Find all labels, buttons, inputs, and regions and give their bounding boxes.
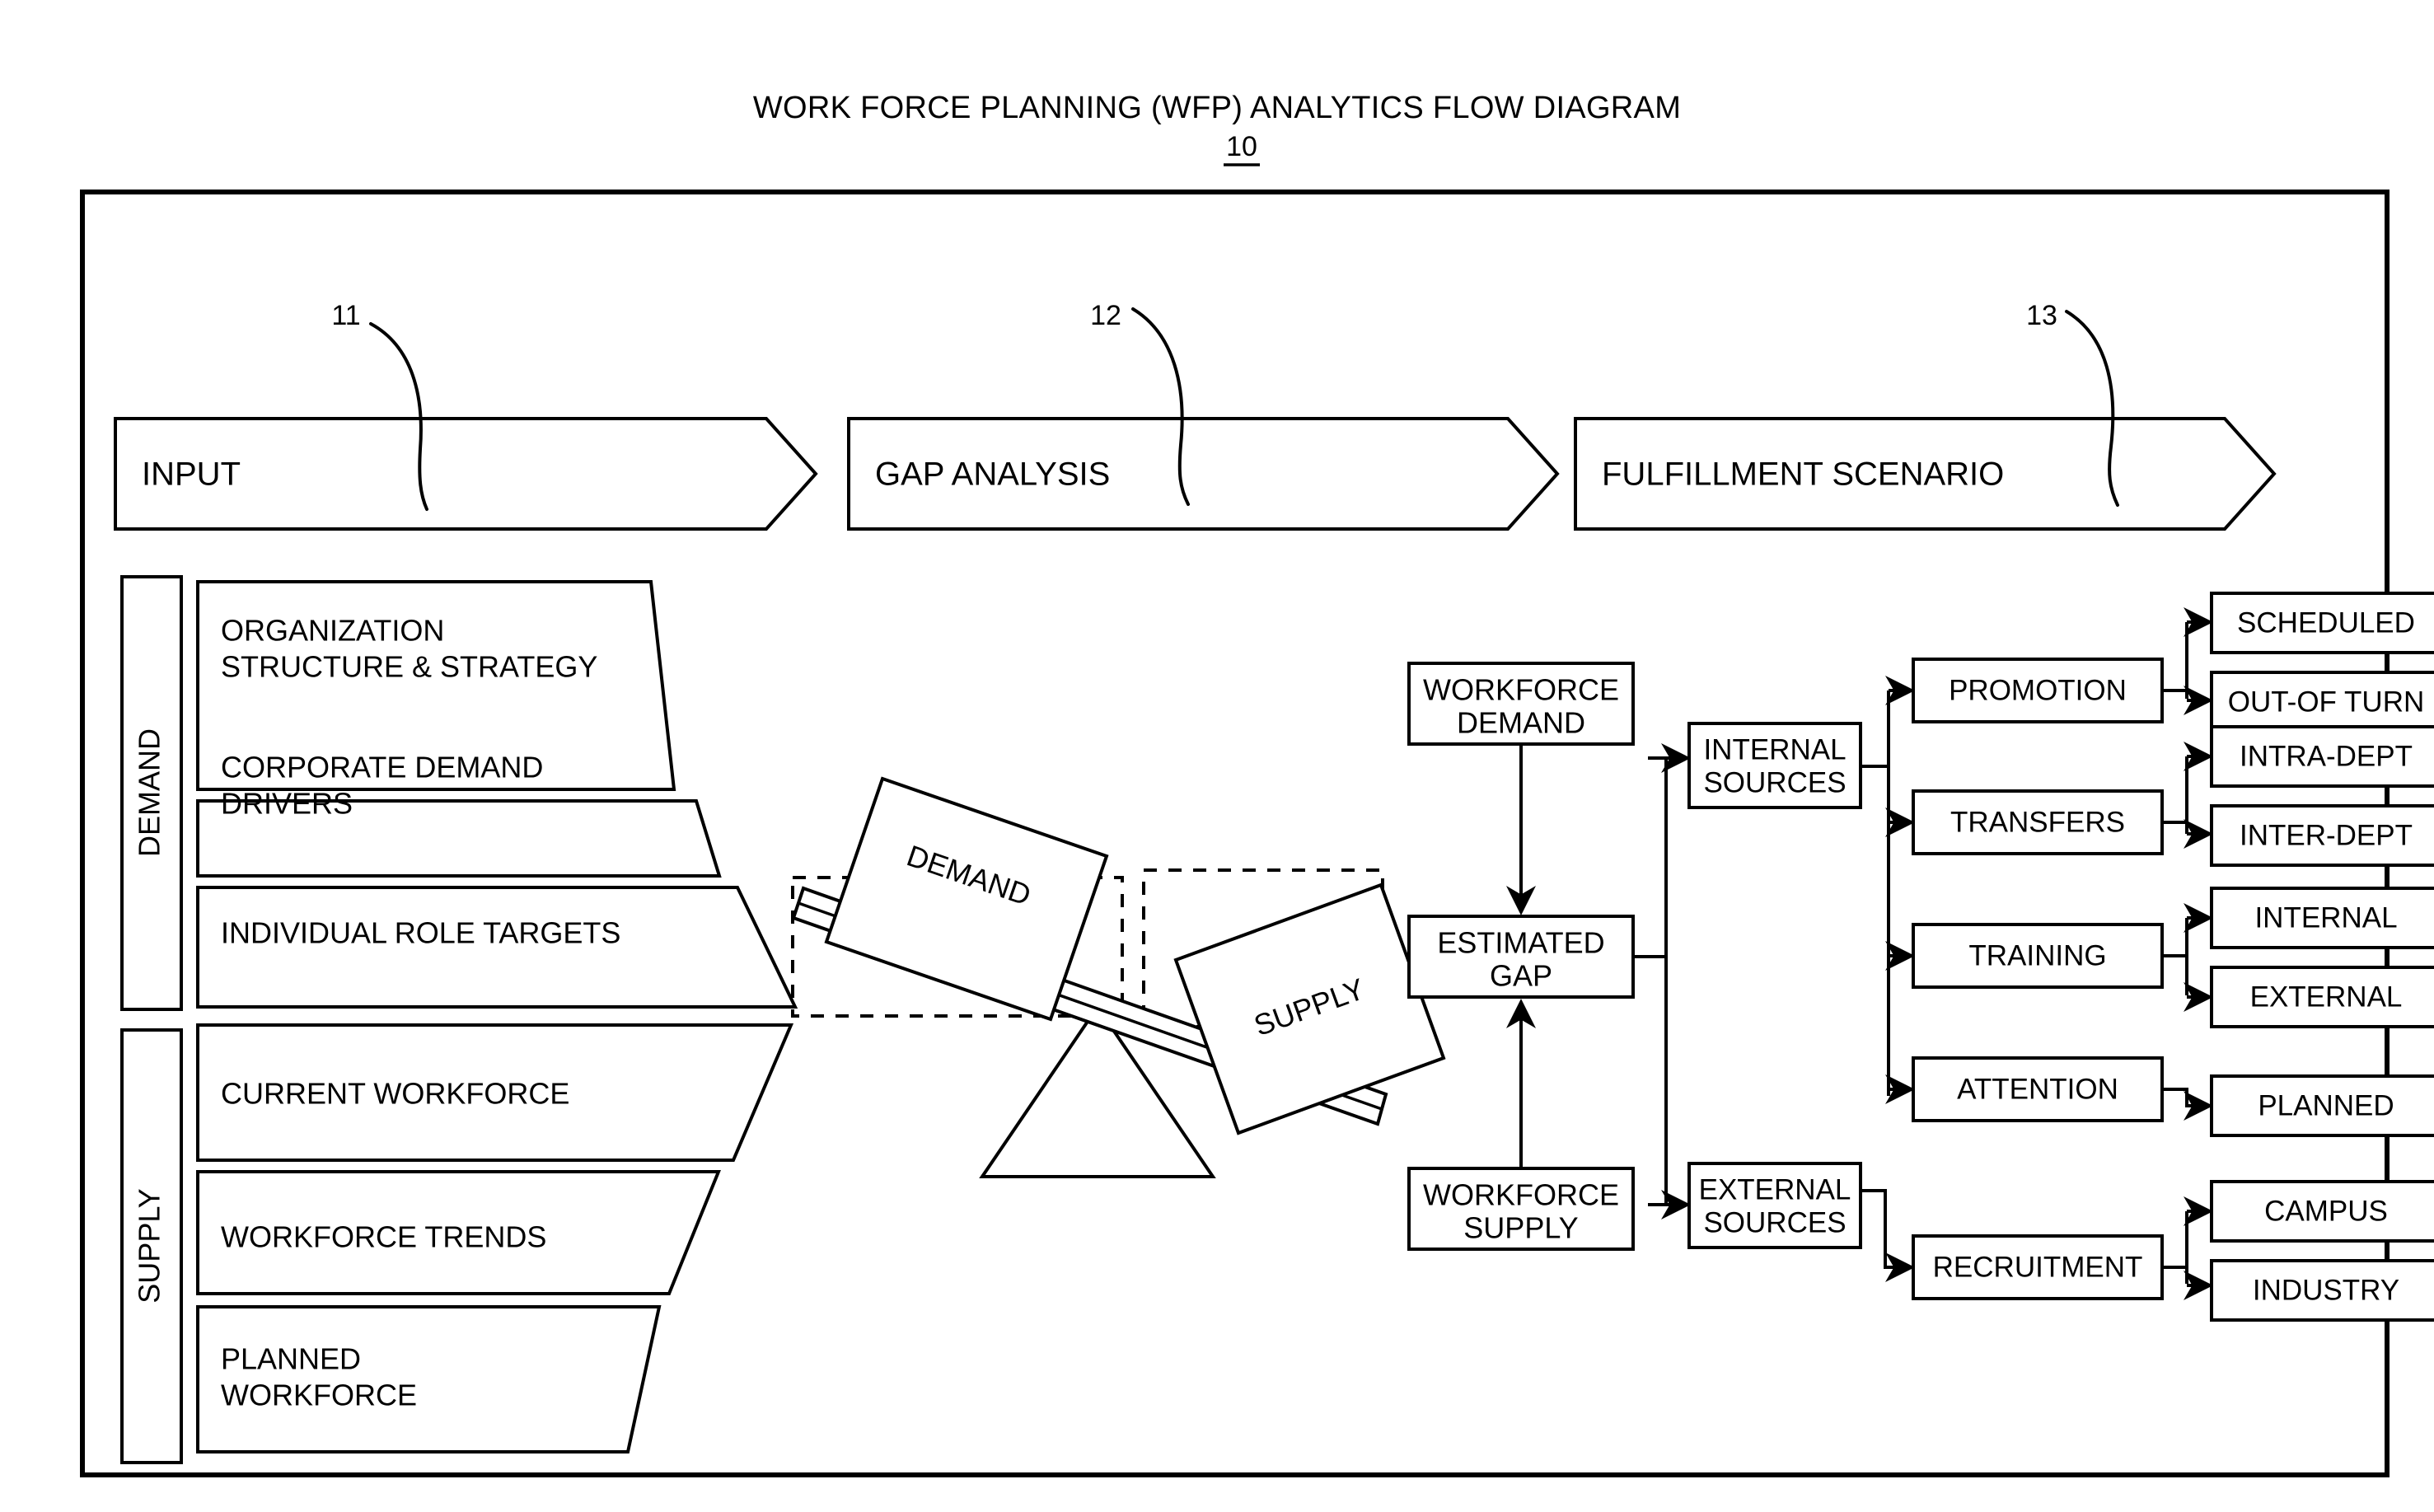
method-training-label: TRAINING xyxy=(1968,939,2106,971)
workforce-supply-box-line2: SUPPLY xyxy=(1463,1211,1578,1245)
connector-internal-sources-spine xyxy=(1861,690,1890,1096)
demand-item-individual-role-targets: INDIVIDUAL ROLE TARGETS xyxy=(196,886,798,1009)
supply-side-label: SUPPLY xyxy=(133,1188,166,1303)
method-recruitment-label: RECRUITMENT xyxy=(1933,1251,2143,1283)
supply-item-planned-workforce: PLANNED WORKFORCE xyxy=(196,1305,662,1453)
connector-attention-branch xyxy=(2162,1088,2213,1121)
outcome-scheduled: SCHEDULED xyxy=(2210,592,2434,654)
supply-item-planned-workforce-line2: WORKFORCE xyxy=(221,1379,417,1412)
method-transfers-label: TRANSFERS xyxy=(1950,806,2125,838)
banner-gap-analysis-label: GAP ANALYSIS xyxy=(875,456,1110,493)
estimated-gap-box-line2: GAP xyxy=(1490,959,1552,993)
outcome-external-label: EXTERNAL xyxy=(2250,981,2403,1013)
outcome-campus: CAMPUS xyxy=(2210,1180,2434,1243)
outcome-planned: PLANNED xyxy=(2210,1074,2434,1137)
workforce-demand-box-line1: WORKFORCE xyxy=(1423,673,1619,707)
demand-item-individual-role-targets-line1: INDIVIDUAL ROLE TARGETS xyxy=(221,916,620,950)
estimated-gap-box-line1: ESTIMATED xyxy=(1437,926,1604,960)
workforce-demand-box: WORKFORCE DEMAND xyxy=(1407,662,1635,746)
banner-input-ref: 11 xyxy=(331,300,360,331)
diagram-title: WORK FORCE PLANNING (WFP) ANALYTICS FLOW… xyxy=(753,91,1681,125)
demand-item-organization-structure-line2: STRUCTURE & STRATEGY xyxy=(221,650,597,684)
seesaw-supply-plate: SUPPLY xyxy=(1173,882,1446,1135)
internal-sources-box-line1: INTERNAL xyxy=(1703,733,1846,765)
banner-fulfillment-scenario-label: FULFILLMENT SCENARIO xyxy=(1602,456,2004,493)
demand-item-corporate-demand-drivers-line1: CORPORATE DEMAND xyxy=(221,751,543,784)
outcome-intra-dept: INTRA-DEPT xyxy=(2210,725,2434,788)
method-attention: ATTENTION xyxy=(1912,1056,2164,1122)
method-transfers: TRANSFERS xyxy=(1912,789,2164,855)
outcome-industry: INDUSTRY xyxy=(2210,1259,2434,1322)
seesaw-demand-plate: DEMAND xyxy=(824,776,1109,1022)
external-sources-box-line2: SOURCES xyxy=(1703,1206,1846,1238)
banner-input: INPUT xyxy=(114,417,818,531)
outcome-inter-dept: INTER-DEPT xyxy=(2210,804,2434,867)
banner-fulfillment-scenario: FULFILLMENT SCENARIO xyxy=(1574,417,2277,531)
workforce-demand-box-line2: DEMAND xyxy=(1457,706,1585,740)
outcome-inter-dept-label: INTER-DEPT xyxy=(2240,819,2413,851)
supply-side-bar: SUPPLY xyxy=(120,1028,183,1464)
demand-side-bar: DEMAND xyxy=(120,575,183,1011)
outcome-planned-label: PLANNED xyxy=(2258,1089,2394,1121)
outcome-out-of-turn: OUT-OF TURN xyxy=(2210,671,2434,733)
method-recruitment: RECRUITMENT xyxy=(1912,1234,2164,1300)
internal-sources-box: INTERNAL SOURCES xyxy=(1687,722,1862,809)
connector-recruitment-branch xyxy=(2162,1211,2188,1284)
method-promotion-label: PROMOTION xyxy=(1949,674,2127,706)
connector-training-branch xyxy=(2162,918,2188,995)
estimated-gap-box: ESTIMATED GAP xyxy=(1407,915,1635,999)
demand-item-organization-structure-line1: ORGANIZATION xyxy=(221,614,444,648)
outcome-industry-label: INDUSTRY xyxy=(2253,1274,2399,1306)
supply-item-workforce-trends: WORKFORCE TRENDS xyxy=(196,1170,721,1295)
outcome-scheduled-label: SCHEDULED xyxy=(2237,606,2415,639)
method-training: TRAINING xyxy=(1912,923,2164,989)
wfp-flow-diagram: WORK FORCE PLANNING (WFP) ANALYTICS FLOW… xyxy=(0,0,2434,1512)
banner-fulfillment-scenario-ref: 13 xyxy=(2026,300,2057,331)
connector-gap-to-sources xyxy=(1633,758,1668,958)
demand-side-label: DEMAND xyxy=(133,728,166,857)
supply-item-current-workforce-label: CURRENT WORKFORCE xyxy=(221,1077,569,1111)
diagram-ref-number: 10 xyxy=(1226,131,1257,162)
supply-item-current-workforce: CURRENT WORKFORCE xyxy=(196,1023,794,1162)
internal-sources-box-line2: SOURCES xyxy=(1703,766,1846,798)
supply-item-workforce-trends-label: WORKFORCE TRENDS xyxy=(221,1220,546,1254)
workforce-supply-box-line1: WORKFORCE xyxy=(1423,1178,1619,1212)
method-attention-label: ATTENTION xyxy=(1957,1073,2118,1105)
supply-item-planned-workforce-line1: PLANNED xyxy=(221,1342,361,1376)
demand-item-corporate-demand-drivers-line2: DRIVERS xyxy=(221,787,353,821)
outcome-out-of-turn-label: OUT-OF TURN xyxy=(2228,686,2425,718)
outcome-intra-dept-label: INTRA-DEPT xyxy=(2240,740,2413,772)
banner-gap-analysis-ref: 12 xyxy=(1090,300,1121,331)
external-sources-box: EXTERNAL SOURCES xyxy=(1687,1162,1862,1249)
outcome-internal: INTERNAL xyxy=(2210,887,2434,949)
outcome-internal-label: INTERNAL xyxy=(2254,901,2397,934)
connector-transfers-branch xyxy=(2162,756,2188,834)
outcome-campus-label: CAMPUS xyxy=(2264,1195,2388,1227)
external-sources-box-line1: EXTERNAL xyxy=(1699,1173,1851,1205)
banner-input-label: INPUT xyxy=(142,456,241,493)
connector-external-to-recruitment xyxy=(1861,1189,1915,1282)
method-promotion: PROMOTION xyxy=(1912,658,2164,723)
banner-gap-analysis: GAP ANALYSIS xyxy=(847,417,1560,531)
connector-promotion-branch xyxy=(2162,622,2188,699)
workforce-supply-box: WORKFORCE SUPPLY xyxy=(1407,1167,1635,1251)
outcome-external: EXTERNAL xyxy=(2210,966,2434,1028)
